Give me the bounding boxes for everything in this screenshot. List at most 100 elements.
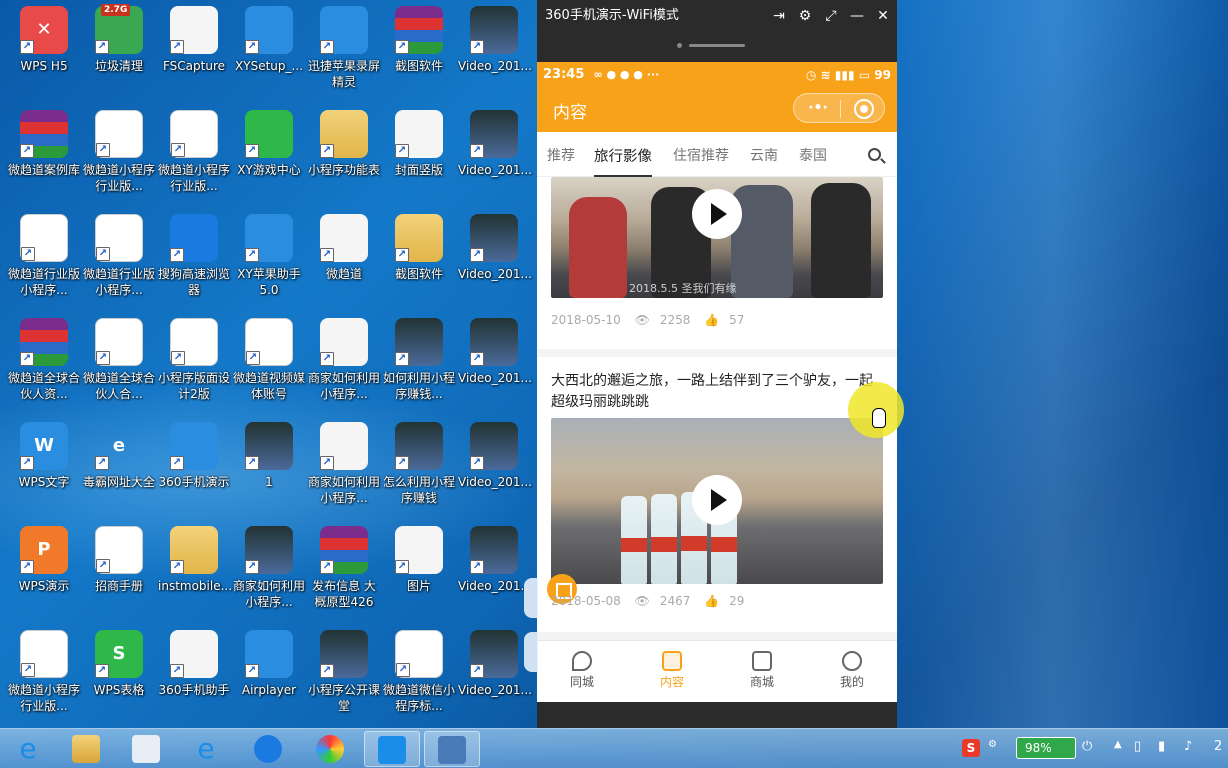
desktop-icon[interactable]: W ↗ 微趋道微信小程序标... bbox=[382, 624, 456, 724]
desktop-icon[interactable]: ↗ 截图软件 bbox=[382, 208, 456, 308]
desktop-icon[interactable]: X ↗ 微趋道行业版小程序... bbox=[82, 208, 156, 308]
video-thumbnail[interactable]: 2018.5.5 圣我们有缘 bbox=[551, 177, 883, 298]
desktop-icon[interactable]: X ↗ 小程序版面设计2版 bbox=[157, 312, 231, 412]
desktop-icon[interactable]: W ↗ WPS文字 bbox=[7, 416, 81, 516]
desktop-icon[interactable]: ↗ Airplayer bbox=[232, 624, 306, 724]
desktop-icon[interactable]: ↗ 商家如何利用小程序... bbox=[307, 416, 381, 516]
desktop-icon[interactable]: ↗ 如何利用小程序赚钱... bbox=[382, 312, 456, 412]
desktop-icon-label: 微趋道案例库 bbox=[8, 163, 81, 177]
video-thumbnail[interactable] bbox=[551, 418, 883, 584]
divider bbox=[537, 349, 897, 357]
more-icon[interactable]: ·•· bbox=[808, 100, 828, 116]
desktop-icon[interactable]: ↗ 商家如何利用小程序... bbox=[232, 520, 306, 620]
post-title[interactable]: 大西北的邂逅之旅，一路上结伴到了三个驴友，一起超级玛丽跳跳跳 bbox=[551, 371, 885, 413]
tab-yunnan[interactable]: 云南 bbox=[750, 145, 778, 165]
shortcut-arrow-icon: ↗ bbox=[320, 560, 334, 574]
desktop-icon[interactable]: ↗ 怎么利用小程序赚钱 bbox=[382, 416, 456, 516]
desktop-icon[interactable]: ↗ Video_201... bbox=[457, 0, 532, 100]
desktop-icon[interactable]: ↗ Video_201... bbox=[457, 520, 532, 620]
gear-icon[interactable]: ⚙ bbox=[797, 0, 813, 32]
desktop-icon[interactable]: ↗ instmobile... bbox=[157, 520, 232, 620]
desktop-icon[interactable]: ↗ Video_201... bbox=[457, 104, 532, 204]
input-mode-icon[interactable]: ⚙ bbox=[988, 739, 997, 750]
search-icon[interactable] bbox=[868, 148, 881, 161]
desktop-icon[interactable]: ↗ 封面竖版 bbox=[382, 104, 456, 204]
content-feed[interactable]: 2018.5.5 圣我们有缘 2018-05-10 👁 2258 👍 57 大西北的… bbox=[537, 177, 897, 640]
usb-icon[interactable]: ▯ bbox=[1134, 739, 1141, 754]
desktop-icon-label: XYSetup_... bbox=[235, 59, 303, 73]
fullscreen-icon[interactable]: ⤢ bbox=[823, 0, 839, 32]
desktop-icon[interactable]: S ↗ WPS表格 bbox=[82, 624, 156, 724]
desktop-icon[interactable]: ↗ 小程序公开课堂 bbox=[307, 624, 381, 724]
post-meta: 2018-05-10 👁 2258 👍 57 bbox=[551, 313, 754, 327]
clock-fragment[interactable]: 2 bbox=[1214, 739, 1222, 754]
sogou-input-icon[interactable]: S bbox=[962, 739, 980, 757]
taskbar-explorer[interactable] bbox=[58, 731, 114, 767]
play-icon[interactable] bbox=[692, 189, 742, 239]
side-panel-tab[interactable] bbox=[524, 578, 538, 618]
tabbar-item-content[interactable]: 内容 bbox=[627, 641, 717, 702]
desktop-icon[interactable]: ↗ 迅捷苹果录屏精灵 bbox=[307, 0, 381, 100]
dock-icon[interactable]: ⇥ bbox=[771, 0, 787, 32]
taskbar-player[interactable] bbox=[118, 731, 174, 767]
taskbar-360-demo[interactable] bbox=[364, 731, 420, 767]
desktop-icon[interactable]: X ↗ 微趋道视频媒体账号 bbox=[232, 312, 306, 412]
desktop-icon[interactable]: ✕ ↗ WPS H5 bbox=[7, 0, 81, 100]
desktop-icon[interactable]: ↗ Video_201... bbox=[457, 312, 532, 412]
desktop-icon[interactable]: ↗ XYSetup_... bbox=[232, 0, 306, 100]
desktop-icon[interactable]: ↗ 微趋道全球合伙人资... bbox=[7, 312, 81, 412]
desktop-icon[interactable]: ↗ XY苹果助手5.0 bbox=[232, 208, 306, 308]
capsule-close-icon[interactable] bbox=[854, 99, 874, 119]
thumbs-up-icon[interactable]: 👍 bbox=[704, 594, 719, 608]
taskbar-360-assistant[interactable] bbox=[302, 731, 358, 767]
taskbar-screenshot[interactable] bbox=[424, 731, 480, 767]
tabbar-item-shop[interactable]: 商城 bbox=[717, 641, 807, 702]
tab-recommend[interactable]: 推荐 bbox=[547, 145, 575, 165]
start-button[interactable]: e bbox=[0, 731, 56, 767]
tab-lodging[interactable]: 住宿推荐 bbox=[673, 145, 729, 165]
drag-handle[interactable] bbox=[537, 32, 897, 62]
desktop-icon[interactable]: ↗ 图片 bbox=[382, 520, 456, 620]
desktop-icon[interactable]: ↗ XY游戏中心 bbox=[232, 104, 306, 204]
desktop-icon[interactable]: ↗ 360手机助手 bbox=[157, 624, 231, 724]
desktop-icon[interactable]: ↗ 1 bbox=[232, 416, 306, 516]
desktop-icon[interactable]: ↗ FSCapture bbox=[157, 0, 231, 100]
desktop-icon[interactable]: ↗ 微趋道 bbox=[307, 208, 381, 308]
desktop-icon[interactable]: PDF ↗ 招商手册 bbox=[82, 520, 156, 620]
taskbar-sogou[interactable] bbox=[240, 731, 296, 767]
close-icon[interactable]: ✕ bbox=[875, 0, 891, 32]
desktop-icon[interactable]: 2.7G ↗ 垃圾清理 bbox=[82, 0, 156, 100]
play-icon[interactable] bbox=[692, 475, 742, 525]
desktop-icon[interactable]: PDF ↗ 微趋道小程序行业版... bbox=[82, 104, 156, 204]
desktop-icon[interactable]: e ↗ 毒霸网址大全 bbox=[82, 416, 156, 516]
desktop-icon[interactable]: P ↗ WPS演示 bbox=[7, 520, 81, 620]
desktop-icon[interactable]: X ↗ 微趋道行业版小程序... bbox=[7, 208, 81, 308]
show-hidden-icon[interactable]: ▲ bbox=[1114, 739, 1122, 750]
tab-thailand[interactable]: 泰国 bbox=[799, 145, 827, 165]
desktop-icon[interactable]: ↗ Video_201... bbox=[457, 416, 532, 516]
desktop-icon[interactable]: ↗ 微趋道案例库 bbox=[7, 104, 81, 204]
tab-travel[interactable]: 旅行影像 bbox=[594, 145, 652, 177]
desktop-icon[interactable]: ↗ 小程序功能表 bbox=[307, 104, 381, 204]
tabbar-item-mine[interactable]: 我的 bbox=[807, 641, 897, 702]
desktop-icon[interactable]: X ↗ 微趋道小程序行业版... bbox=[157, 104, 231, 204]
desktop-icon[interactable]: ↗ Video_201... bbox=[457, 624, 532, 724]
desktop-icon[interactable]: ↗ 360手机演示 bbox=[157, 416, 231, 516]
power-plug-icon[interactable]: ⏻ bbox=[1082, 739, 1092, 754]
volume-icon[interactable]: ♪ bbox=[1184, 739, 1192, 754]
shortcut-arrow-icon: ↗ bbox=[470, 560, 484, 574]
tabbar-item-city[interactable]: 同城 bbox=[537, 641, 627, 702]
battery-indicator[interactable]: 98% bbox=[1016, 737, 1076, 759]
desktop-icon[interactable]: ↗ 截图软件 bbox=[382, 0, 456, 100]
side-panel-tab[interactable] bbox=[524, 632, 538, 672]
desktop-icon[interactable]: ↗ 搜狗高速浏览器 bbox=[157, 208, 231, 308]
minimize-icon[interactable]: — bbox=[849, 0, 865, 32]
desktop-icon[interactable]: ↗ Video_201... bbox=[457, 208, 532, 308]
desktop-icon[interactable]: PDF ↗ 微趋道小程序行业版... bbox=[7, 624, 81, 724]
network-icon[interactable]: ▮ bbox=[1158, 739, 1165, 754]
desktop-icon[interactable]: ↗ 发布信息 大概原型426 bbox=[307, 520, 381, 620]
desktop-icon[interactable]: ↗ 商家如何利用小程序... bbox=[307, 312, 381, 412]
taskbar-ie[interactable]: e bbox=[178, 731, 234, 767]
thumbs-up-icon[interactable]: 👍 bbox=[704, 313, 719, 327]
desktop-icon[interactable]: W ↗ 微趋道全球合伙人合... bbox=[82, 312, 156, 412]
